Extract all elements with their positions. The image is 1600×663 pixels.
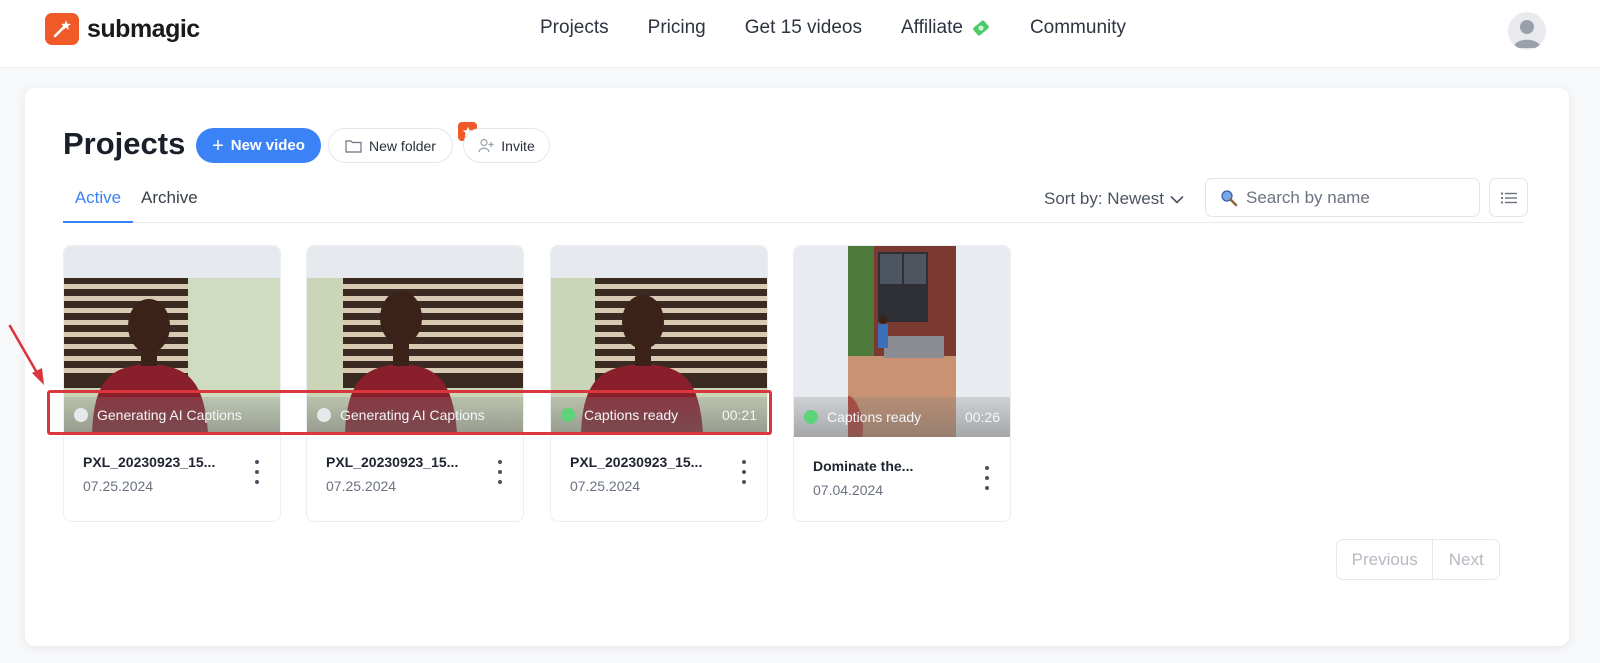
search-box[interactable] bbox=[1205, 178, 1480, 217]
status-overlay: Captions ready 00:21 bbox=[551, 397, 767, 433]
projects-panel: Projects + New video New folder Invite A… bbox=[25, 88, 1569, 646]
nav-pricing-label: Pricing bbox=[647, 17, 706, 38]
duration: 00:21 bbox=[721, 407, 757, 423]
user-avatar-icon bbox=[1513, 20, 1541, 48]
page-title: Projects bbox=[63, 126, 186, 161]
video-date: 07.25.2024 bbox=[326, 478, 397, 494]
status-overlay: Generating AI Captions bbox=[64, 397, 280, 433]
more-options-icon[interactable] bbox=[494, 460, 506, 484]
sort-dropdown[interactable]: Sort by: Newest bbox=[1044, 189, 1184, 209]
pagination: Previous Next bbox=[1336, 539, 1500, 580]
nav-affiliate-label: Affiliate bbox=[900, 17, 963, 38]
new-video-label: New video bbox=[230, 137, 305, 154]
video-title: PXL_20230923_15... bbox=[570, 454, 703, 470]
nav-community[interactable]: Community bbox=[1030, 17, 1126, 39]
previous-button[interactable]: Previous bbox=[1337, 540, 1434, 579]
folder-icon bbox=[345, 139, 362, 153]
submagic-logo-icon bbox=[45, 13, 79, 45]
video-card[interactable]: Generating AI Captions PXL_20230923_15..… bbox=[306, 245, 524, 522]
video-title: PXL_20230923_15... bbox=[83, 454, 216, 470]
video-card[interactable]: Captions ready 00:26 Dominate the... 07.… bbox=[793, 245, 1011, 522]
new-folder-label: New folder bbox=[369, 137, 436, 154]
status-overlay: Captions ready 00:26 bbox=[794, 397, 1010, 437]
status-dot-icon bbox=[74, 408, 88, 422]
more-options-icon[interactable] bbox=[251, 460, 263, 484]
nav-projects[interactable]: Projects bbox=[540, 17, 609, 39]
nav-affiliate[interactable]: Affiliate bbox=[901, 17, 991, 39]
video-thumbnail[interactable]: Captions ready 00:26 bbox=[794, 246, 1010, 437]
search-icon bbox=[1221, 189, 1238, 206]
video-title: Dominate the... bbox=[813, 458, 914, 474]
list-icon bbox=[1500, 192, 1517, 203]
status-overlay: Generating AI Captions bbox=[307, 397, 523, 433]
video-thumbnail[interactable]: Generating AI Captions bbox=[307, 246, 523, 433]
nav-projects-label: Projects bbox=[540, 17, 609, 38]
status-dot-icon bbox=[317, 408, 331, 422]
status-text: Captions ready bbox=[584, 407, 679, 423]
invite-button[interactable]: Invite bbox=[463, 128, 550, 163]
more-options-icon[interactable] bbox=[981, 466, 993, 490]
nav-pricing[interactable]: Pricing bbox=[648, 17, 706, 39]
video-date: 07.25.2024 bbox=[83, 478, 154, 494]
nav-get-videos-label: Get 15 videos bbox=[744, 17, 862, 38]
add-user-icon bbox=[478, 138, 494, 153]
money-icon bbox=[973, 20, 989, 36]
video-date: 07.25.2024 bbox=[570, 478, 641, 494]
main-nav: Projects Pricing Get 15 videos Affiliate… bbox=[540, 17, 1165, 39]
video-title: PXL_20230923_15... bbox=[326, 454, 459, 470]
status-text: Captions ready bbox=[827, 409, 922, 425]
status-text: Generating AI Captions bbox=[97, 407, 242, 423]
status-text: Generating AI Captions bbox=[340, 407, 485, 423]
invite-label: Invite bbox=[501, 137, 535, 154]
video-card[interactable]: Generating AI Captions PXL_20230923_15..… bbox=[63, 245, 281, 522]
video-thumbnail[interactable]: Captions ready 00:21 bbox=[551, 246, 767, 433]
chevron-down-icon bbox=[1170, 195, 1184, 204]
logo[interactable]: submagic bbox=[45, 13, 200, 45]
sort-label: Sort by: Newest bbox=[1044, 189, 1164, 208]
status-dot-icon bbox=[804, 410, 818, 424]
nav-get-15-videos[interactable]: Get 15 videos bbox=[745, 17, 862, 39]
tab-active[interactable]: Active bbox=[63, 186, 133, 223]
list-view-button[interactable] bbox=[1489, 178, 1528, 217]
avatar[interactable] bbox=[1508, 12, 1546, 50]
new-folder-button[interactable]: New folder bbox=[328, 128, 453, 163]
video-date: 07.04.2024 bbox=[813, 482, 884, 498]
nav-community-label: Community bbox=[1029, 17, 1127, 38]
video-thumbnail[interactable]: Generating AI Captions bbox=[64, 246, 280, 433]
brand-name: submagic bbox=[87, 14, 200, 43]
plus-icon: + bbox=[212, 134, 224, 157]
more-options-icon[interactable] bbox=[738, 460, 750, 484]
next-button[interactable]: Next bbox=[1433, 540, 1499, 579]
top-navbar: submagic Projects Pricing Get 15 videos … bbox=[0, 0, 1600, 68]
tab-archive[interactable]: Archive bbox=[141, 186, 198, 223]
new-video-button[interactable]: + New video bbox=[196, 128, 321, 163]
duration: 00:26 bbox=[964, 409, 1000, 425]
video-card[interactable]: Captions ready 00:21 PXL_20230923_15... … bbox=[550, 245, 768, 522]
search-input[interactable] bbox=[1246, 187, 1466, 208]
status-dot-icon bbox=[561, 408, 575, 422]
